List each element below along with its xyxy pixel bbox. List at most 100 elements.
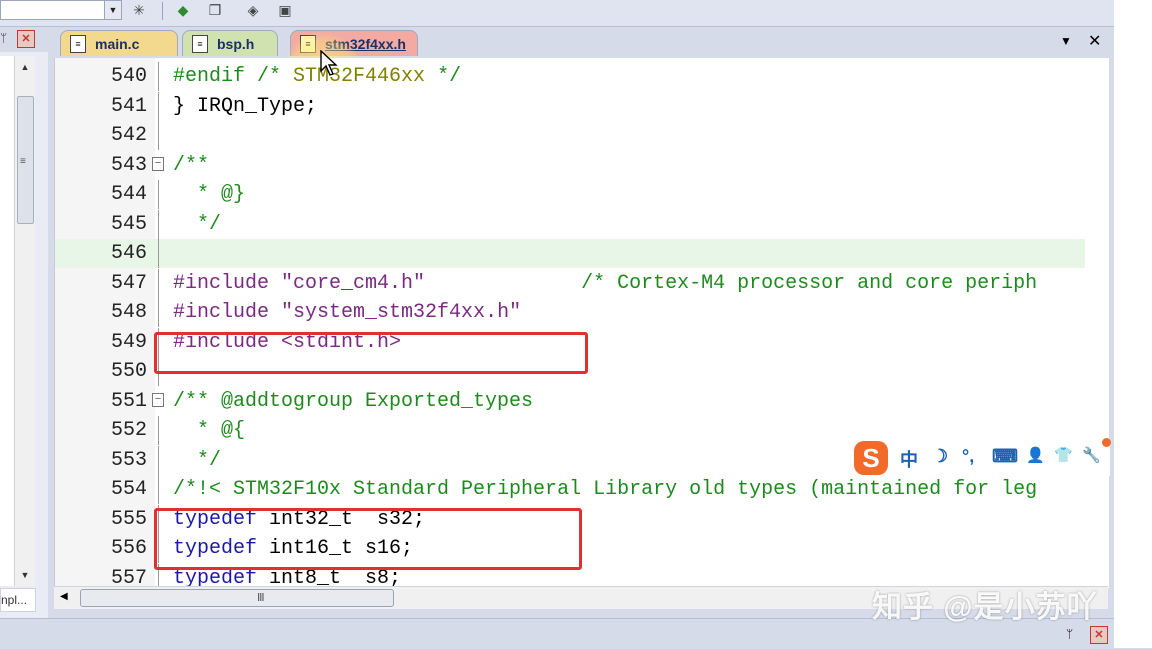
code-token: */ <box>425 65 462 88</box>
code-token: #include <box>173 271 282 295</box>
chinese-mode-icon[interactable]: 中 <box>900 446 918 472</box>
code-text: #include "system_stm32f4xx.h" <box>173 298 521 327</box>
code-line[interactable]: 551−/** @addtogroup Exported_types <box>55 387 1085 416</box>
line-number: 556 <box>110 537 147 560</box>
panel-vscrollbar[interactable]: ▲ ≡ ▼ <box>14 56 35 586</box>
pin-icon[interactable]: ᛘ <box>1066 627 1073 641</box>
code-line[interactable]: 545 */ <box>55 209 1085 239</box>
code-token: /*!< STM32F10x Standard Peripheral Libra… <box>173 478 1038 501</box>
grip-icon: ≡ <box>20 156 26 167</box>
code-token: /** @addtogroup Exported_types <box>173 389 534 413</box>
line-number: 549 <box>110 330 147 354</box>
scroll-down-icon[interactable]: ▼ <box>15 570 35 580</box>
keyboard-icon[interactable]: ⌨ <box>992 446 1018 467</box>
pack-icon[interactable]: ▣ <box>274 0 296 20</box>
close-tab-icon[interactable]: ✕ <box>1088 31 1101 51</box>
code-text: #include "core_cm4.h" /* Cortex-M4 proce… <box>173 269 1037 298</box>
code-token: "system_stm32f4xx.h" <box>281 301 522 324</box>
project-tree[interactable] <box>0 56 14 586</box>
fold-guide <box>158 91 159 121</box>
annotation-box-typedefs <box>154 508 582 570</box>
code-token: */ <box>173 448 222 472</box>
tab-main-c[interactable]: ≡ main.c <box>60 30 178 56</box>
code-text: /** <box>173 151 209 180</box>
pin-icon[interactable]: ᛘ <box>0 31 7 45</box>
fold-guide <box>158 445 159 475</box>
code-text: * @} <box>173 180 245 209</box>
line-number: 541 <box>110 94 147 118</box>
line-number: 553 <box>110 448 147 472</box>
fold-guide <box>158 121 159 150</box>
wand-icon[interactable]: ✳ <box>128 0 150 20</box>
code-token: /* Cortex-M4 processor and core periph <box>425 271 1038 295</box>
code-token: #include <box>173 301 282 324</box>
code-text: */ <box>173 446 221 475</box>
scroll-left-icon[interactable]: ◀ <box>60 591 68 602</box>
sogou-logo-icon[interactable]: S <box>854 441 888 475</box>
code-line[interactable]: 543−/** <box>55 151 1085 180</box>
code-line[interactable]: 548 #include "system_stm32f4xx.h" <box>55 298 1085 327</box>
fold-toggle-icon[interactable]: − <box>152 156 164 171</box>
watermark: 知乎 @是小苏吖 <box>872 591 1098 624</box>
code-text: #endif /* STM32F446xx */ <box>173 62 461 91</box>
line-number: 542 <box>110 124 147 147</box>
user-icon[interactable]: 👤 <box>1026 446 1045 464</box>
line-number: 544 <box>110 183 147 206</box>
hscroll-thumb[interactable]: Ⅲ <box>80 589 394 607</box>
scroll-up-icon[interactable]: ▲ <box>15 62 35 72</box>
line-number: 545 <box>110 212 147 236</box>
code-line[interactable]: 544 * @} <box>55 180 1085 209</box>
fold-guide <box>158 239 159 268</box>
line-number: 555 <box>110 507 147 531</box>
line-number: 557 <box>110 566 147 589</box>
code-text: /** @addtogroup Exported_types <box>173 387 533 416</box>
code-token: /** <box>173 153 210 177</box>
ime-toolbar[interactable]: S 中 ☽ °, ⌨ 👤 👕 🔧 <box>852 438 1111 476</box>
window-icon[interactable]: ❐ <box>204 0 226 20</box>
code-token: #endif /* <box>173 65 294 88</box>
line-number: 543 <box>110 153 147 177</box>
line-number: 552 <box>110 419 147 442</box>
code-text: /*!< STM32F10x Standard Peripheral Libra… <box>173 475 1037 504</box>
code-token: */ <box>173 212 222 236</box>
panel-tab-label[interactable]: npl... <box>0 588 36 612</box>
skin-icon[interactable]: 👕 <box>1054 446 1073 464</box>
code-token: } IRQn_Type; <box>173 94 318 118</box>
code-line[interactable]: 542 <box>55 121 1085 150</box>
tab-stm32f4xx-h[interactable]: ≡ stm32f4xx.h <box>290 30 418 56</box>
target-combo[interactable]: ▼ <box>0 0 122 20</box>
close-icon[interactable]: ✕ <box>1090 626 1108 644</box>
code-line[interactable]: 546 <box>55 239 1085 268</box>
toolbar-separator <box>162 2 163 20</box>
tab-label: bsp.h <box>217 36 255 52</box>
toolbar: ▼ ✳ ◆ ❐ ◈ ▣ <box>0 0 1114 27</box>
line-number: 550 <box>110 360 147 383</box>
code-line[interactable]: 554 /*!< STM32F10x Standard Peripheral Li… <box>55 475 1085 504</box>
settings-wrench-icon[interactable]: 🔧 <box>1082 446 1101 464</box>
code-text: */ <box>173 210 221 239</box>
dropdown-arrow-icon[interactable]: ▼ <box>104 1 121 19</box>
fold-toggle-icon[interactable]: − <box>152 392 164 407</box>
code-line[interactable]: 547 #include "core_cm4.h" /* Cortex-M4 pr… <box>55 268 1085 298</box>
grip-icon: Ⅲ <box>257 592 265 604</box>
code-line[interactable]: 541 } IRQn_Type; <box>55 91 1085 121</box>
tab-label: main.c <box>95 36 140 52</box>
line-number: 551 <box>110 389 147 413</box>
file-tab-strip: ≡ main.c ≡ bsp.h ≡ stm32f4xx.h ▼ ✕ <box>50 28 1114 58</box>
moon-icon[interactable]: ☽ <box>932 446 948 467</box>
code-line[interactable]: 540 #endif /* STM32F446xx */ <box>55 62 1085 91</box>
code-text: * @{ <box>173 416 245 445</box>
mouse-cursor-icon <box>320 50 338 76</box>
panel-header: ᛘ ✕ <box>0 28 48 52</box>
component-icon[interactable]: ◆ <box>172 0 194 20</box>
punctuation-icon[interactable]: °, <box>962 446 974 467</box>
fold-guide <box>158 209 159 239</box>
tab-bsp-h[interactable]: ≡ bsp.h <box>182 30 278 56</box>
project-panel: ᛘ ✕ ▲ ≡ ▼ npl... <box>0 28 48 618</box>
code-token: * @} <box>173 183 246 206</box>
diamond-icon[interactable]: ◈ <box>242 0 264 20</box>
code-token: "core_cm4.h" <box>281 271 426 295</box>
tab-list-dropdown-icon[interactable]: ▼ <box>1060 34 1072 48</box>
line-number: 546 <box>110 242 147 265</box>
panel-close-icon[interactable]: ✕ <box>17 30 35 48</box>
